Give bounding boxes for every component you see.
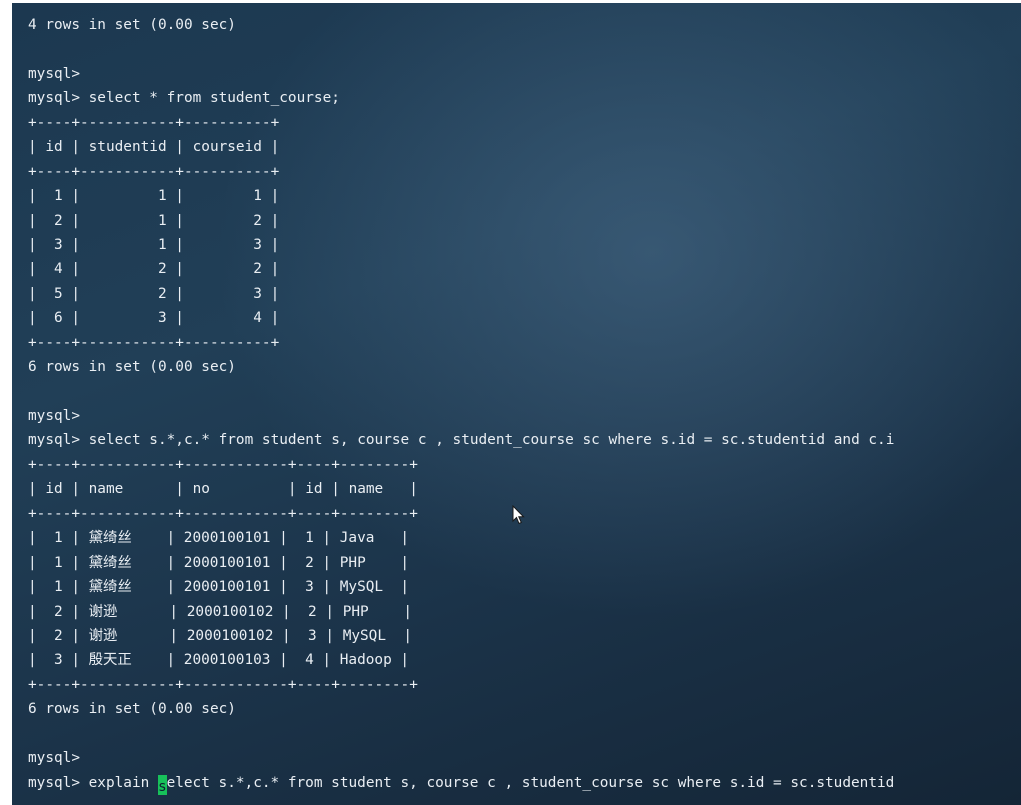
- terminal-line: | 6 | 3 | 4 |: [28, 306, 894, 330]
- terminal-line-text: | id | name | no | id | name |: [28, 481, 418, 498]
- terminal-line: | 5 | 2 | 3 |: [28, 282, 894, 306]
- terminal-line-text: | 2 | 1 | 2 |: [28, 212, 280, 229]
- terminal-line-text: | 1 | 黛绮丝 | 2000100101 | 3 | MySQL |: [28, 579, 410, 596]
- terminal-line: +----+-----------+----------+: [28, 111, 894, 135]
- terminal-line-text: | 5 | 2 | 3 |: [28, 285, 280, 302]
- terminal-line-text: 4 rows in set (0.00 sec): [28, 17, 236, 33]
- terminal-line-text: | 2 | 谢逊 | 2000100102 | 3 | MySQL |: [28, 627, 413, 644]
- terminal-line: mysql> select s.*,c.* from student s, co…: [28, 428, 894, 452]
- terminal-output: 4 rows in set (0.00 sec) mysql> mysql> sel…: [28, 13, 894, 795]
- terminal-line-text: 6 rows in set (0.00 sec): [28, 701, 236, 718]
- terminal-line: | id | name | no | id | name |: [28, 477, 894, 501]
- terminal-line-text: mysql>: [28, 750, 80, 767]
- terminal-line-text: | 1 | 黛绮丝 | 2000100101 | 1 | Java |: [28, 530, 410, 547]
- terminal-line-text: | 6 | 3 | 4 |: [28, 310, 280, 327]
- terminal-window[interactable]: 4 rows in set (0.00 sec) mysql> mysql> sel…: [12, 3, 1021, 805]
- terminal-line-text: mysql> select * from student_course;: [28, 90, 340, 107]
- terminal-line-text: | 1 | 黛绮丝 | 2000100101 | 2 | PHP |: [28, 554, 410, 571]
- terminal-line: | 2 | 谢逊 | 2000100102 | 2 | PHP |: [28, 600, 894, 624]
- terminal-line-text: | 3 | 殷天正 | 2000100103 | 4 | Hadoop |: [28, 652, 410, 669]
- terminal-line: +----+-----------+------------+----+----…: [28, 502, 894, 526]
- terminal-line-text: | 2 | 谢逊 | 2000100102 | 2 | PHP |: [28, 603, 413, 620]
- terminal-line: 4 rows in set (0.00 sec): [28, 13, 894, 37]
- command-text-before-cursor: mysql> explain: [28, 774, 158, 791]
- command-text-after-cursor: elect s.*,c.* from student s, course c ,…: [166, 774, 895, 791]
- terminal-line: | 1 | 1 | 1 |: [28, 184, 894, 208]
- terminal-input-line[interactable]: mysql> explain select s.*,c.* from stude…: [28, 771, 894, 795]
- terminal-line: | 2 | 谢逊 | 2000100102 | 3 | MySQL |: [28, 624, 894, 648]
- mouse-pointer-icon: [512, 505, 525, 525]
- terminal-line: 6 rows in set (0.00 sec): [28, 697, 894, 721]
- terminal-line: | 1 | 黛绮丝 | 2000100101 | 2 | PHP |: [28, 551, 894, 575]
- terminal-line: +----+-----------+----------+: [28, 331, 894, 355]
- terminal-line-text: 6 rows in set (0.00 sec): [28, 359, 236, 376]
- terminal-line: 6 rows in set (0.00 sec): [28, 355, 894, 379]
- terminal-line: | 4 | 2 | 2 |: [28, 257, 894, 281]
- terminal-line-text: +----+-----------+------------+----+----…: [28, 505, 418, 522]
- terminal-line-text: | 4 | 2 | 2 |: [28, 261, 280, 278]
- terminal-line-text: mysql>: [28, 408, 80, 424]
- terminal-line-text: +----+-----------+------------+----+----…: [28, 456, 418, 473]
- terminal-line-text: mysql> select s.*,c.* from student s, co…: [28, 432, 895, 449]
- terminal-line-text: | 1 | 1 | 1 |: [28, 188, 280, 205]
- terminal-line-text: +----+-----------+----------+: [28, 334, 280, 351]
- terminal-line: | 1 | 黛绮丝 | 2000100101 | 1 | Java |: [28, 526, 894, 550]
- terminal-line-text: +----+-----------+----------+: [28, 163, 280, 180]
- terminal-line-text: +----+-----------+----------+: [28, 114, 280, 131]
- terminal-line: mysql>: [28, 404, 894, 428]
- terminal-line: | 3 | 殷天正 | 2000100103 | 4 | Hadoop |: [28, 648, 894, 672]
- terminal-line-text: | id | studentid | courseid |: [28, 139, 280, 156]
- terminal-line: mysql>: [28, 62, 894, 86]
- terminal-line-text: | 3 | 1 | 3 |: [28, 236, 280, 253]
- terminal-line: | 1 | 黛绮丝 | 2000100101 | 3 | MySQL |: [28, 575, 894, 599]
- terminal-line: +----+-----------+------------+----+----…: [28, 453, 894, 477]
- terminal-line: | 3 | 1 | 3 |: [28, 233, 894, 257]
- terminal-line-text: mysql>: [28, 65, 80, 82]
- terminal-line: +----+-----------+------------+----+----…: [28, 673, 894, 697]
- terminal-line: mysql>: [28, 746, 894, 770]
- text-cursor: s: [157, 774, 167, 795]
- terminal-line: mysql> select * from student_course;: [28, 86, 894, 110]
- terminal-line: | id | studentid | courseid |: [28, 135, 894, 159]
- terminal-line: +----+-----------+----------+: [28, 160, 894, 184]
- terminal-line: | 2 | 1 | 2 |: [28, 209, 894, 233]
- terminal-line-text: +----+-----------+------------+----+----…: [28, 676, 418, 693]
